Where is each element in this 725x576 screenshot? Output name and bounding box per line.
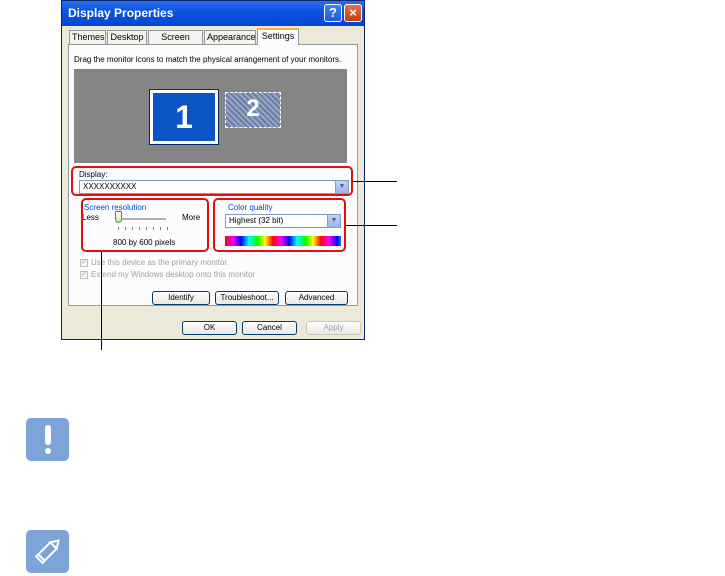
close-button[interactable]: ×	[344, 4, 362, 22]
tab-screen-saver[interactable]: Screen Saver	[148, 30, 203, 54]
tab-settings[interactable]: Settings	[257, 28, 299, 45]
tab-themes[interactable]: Themes	[69, 30, 106, 44]
window-title: Display Properties	[68, 6, 174, 20]
screen-resolution-callout	[81, 198, 209, 252]
exclamation-bar	[45, 425, 51, 445]
primary-monitor-label: Use this device as the primary monitor.	[91, 258, 229, 267]
title-bar[interactable]: Display Properties ? ×	[62, 1, 364, 26]
pencil-icon	[26, 530, 69, 573]
arrangement-instruction: Drag the monitor icons to match the phys…	[74, 55, 342, 64]
ok-button[interactable]: OK	[182, 321, 237, 335]
cancel-button[interactable]: Cancel	[242, 321, 297, 335]
monitor-1-icon[interactable]: 1	[150, 90, 218, 144]
display-callout	[71, 166, 353, 196]
apply-button[interactable]: Apply	[306, 321, 361, 335]
display-leader-line	[353, 181, 397, 182]
troubleshoot-button[interactable]: Troubleshoot...	[215, 291, 279, 305]
identify-button[interactable]: Identify	[152, 291, 210, 305]
tab-desktop[interactable]: Desktop	[107, 30, 147, 44]
color-quality-callout	[213, 198, 346, 252]
extend-desktop-label: Extend my Windows desktop onto this moni…	[91, 270, 256, 279]
advanced-button[interactable]: Advanced	[285, 291, 348, 305]
exclamation-icon	[26, 418, 69, 461]
exclamation-dot	[45, 448, 51, 454]
resolution-leader-line	[101, 252, 102, 350]
help-button[interactable]: ?	[324, 4, 342, 22]
monitor-2-icon[interactable]: 2	[225, 92, 281, 128]
pencil-glyph	[34, 539, 60, 565]
extend-desktop-checkbox[interactable]: ✓	[80, 271, 88, 279]
primary-monitor-checkbox[interactable]: ✓	[80, 259, 88, 267]
tab-appearance[interactable]: Appearance	[204, 30, 256, 44]
color-quality-leader-line	[346, 225, 397, 226]
